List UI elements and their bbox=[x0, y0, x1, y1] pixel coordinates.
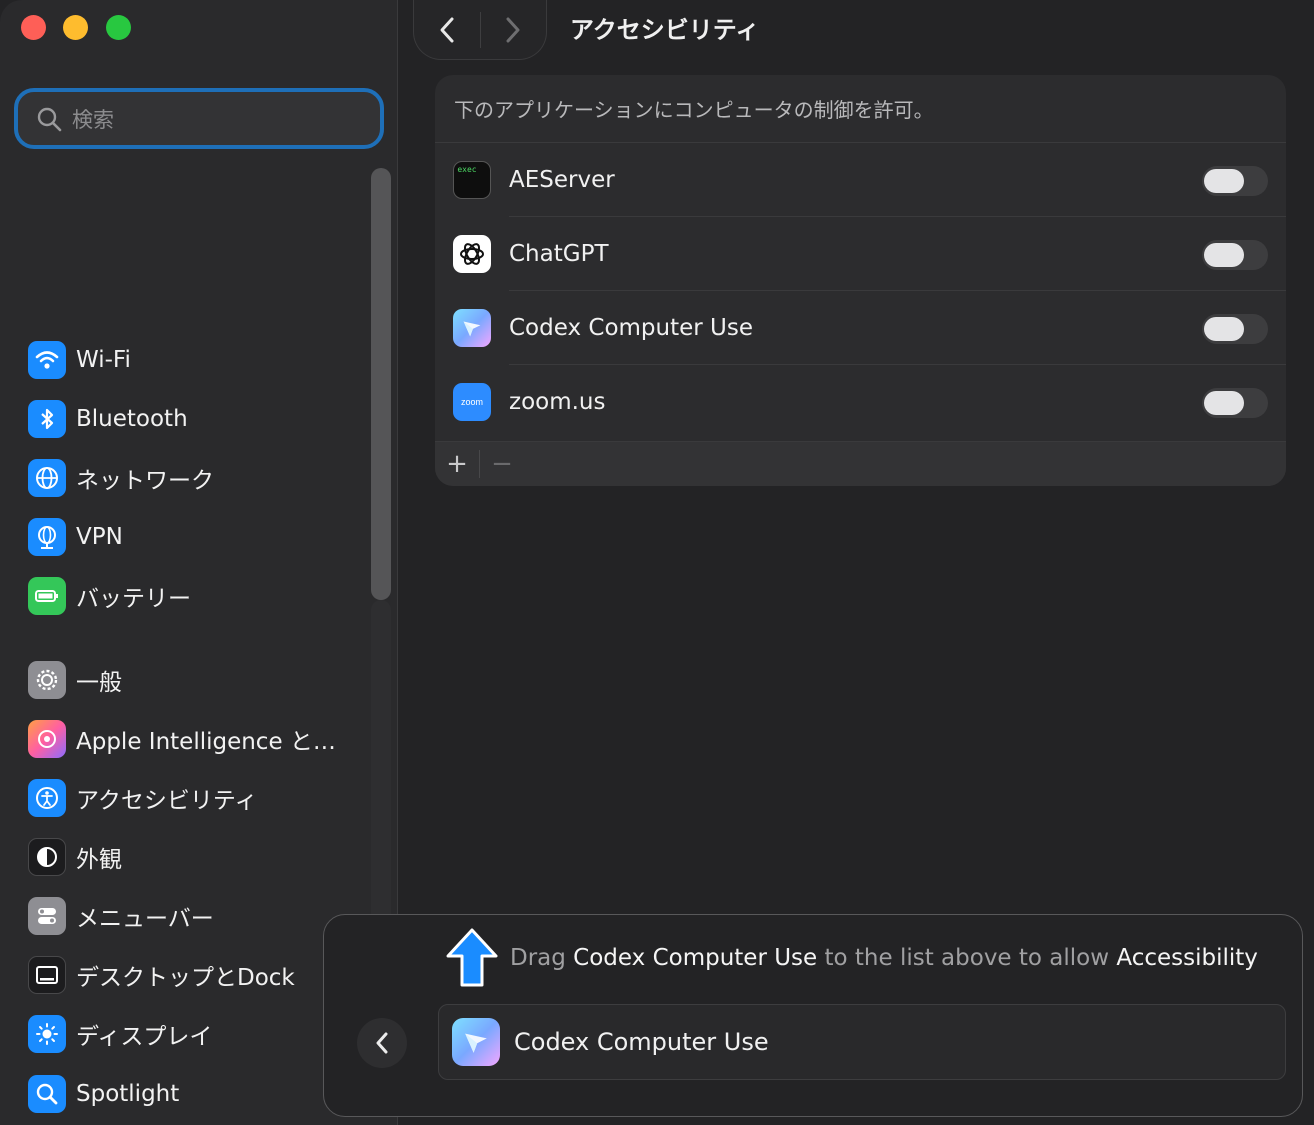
chevron-left-icon bbox=[376, 1032, 388, 1054]
accessibility-icon bbox=[28, 779, 66, 817]
sidebar-item-label: Spotlight bbox=[76, 1081, 180, 1107]
sidebar-item-desktop-dock[interactable]: デスクトップとDock bbox=[28, 955, 295, 995]
minimize-window-button[interactable] bbox=[63, 15, 88, 40]
hint-prefix: Drag bbox=[510, 945, 574, 971]
app-name: AEServer bbox=[509, 167, 615, 193]
search-icon bbox=[37, 107, 62, 131]
app-name: Codex Computer Use bbox=[509, 315, 754, 341]
sidebar-item-label: Apple Intelligence と… bbox=[76, 729, 336, 755]
sidebar-item-bluetooth[interactable]: Bluetooth bbox=[28, 399, 188, 439]
sidebar-item-wifi[interactable]: Wi-Fi bbox=[28, 340, 131, 380]
chevron-right-icon bbox=[506, 17, 520, 42]
sidebar-item-label: バッテリー bbox=[76, 586, 191, 612]
back-button[interactable] bbox=[414, 0, 480, 60]
codex-icon bbox=[452, 1018, 500, 1066]
page-title: アクセシビリティ bbox=[570, 16, 760, 44]
apple-intelligence-icon bbox=[28, 720, 66, 758]
drag-hint-overlay: Drag Codex Computer Use to the list abov… bbox=[323, 914, 1303, 1117]
sidebar-item-appearance[interactable]: 外観 bbox=[28, 837, 122, 877]
bluetooth-icon bbox=[28, 400, 66, 438]
sidebar-item-label: アクセシビリティ bbox=[76, 788, 258, 814]
sidebar-item-accessibility[interactable]: アクセシビリティ bbox=[28, 778, 257, 818]
dock-icon bbox=[28, 956, 66, 994]
list-footer: + − bbox=[435, 441, 1286, 486]
sidebar-item-menubar[interactable]: メニューバー bbox=[28, 896, 214, 936]
list-item-zoom: zoom zoom.us bbox=[435, 365, 1286, 439]
sidebar-item-label: ディスプレイ bbox=[76, 1024, 213, 1050]
navigation-buttons bbox=[413, 0, 547, 60]
globe-icon bbox=[28, 459, 66, 497]
search-placeholder: 検索 bbox=[72, 107, 114, 132]
sidebar-item-general[interactable]: 一般 bbox=[28, 660, 122, 700]
app-name: ChatGPT bbox=[509, 241, 609, 267]
sidebar-item-vpn[interactable]: VPN bbox=[28, 517, 123, 557]
drag-hint: Drag Codex Computer Use to the list abov… bbox=[444, 927, 1258, 989]
drag-hint-text: Drag Codex Computer Use to the list abov… bbox=[510, 945, 1258, 971]
spotlight-search-icon bbox=[28, 1075, 66, 1113]
sidebar-item-label: メニューバー bbox=[76, 906, 214, 932]
sidebar-item-display[interactable]: ディスプレイ bbox=[28, 1014, 212, 1054]
sidebar-item-label: デスクトップとDock bbox=[76, 965, 295, 991]
codex-toggle[interactable] bbox=[1202, 314, 1268, 344]
vpn-globe-icon bbox=[28, 518, 66, 556]
app-name: zoom.us bbox=[509, 389, 606, 415]
add-app-button[interactable]: + bbox=[435, 442, 479, 487]
hint-app-name: Codex Computer Use bbox=[573, 945, 818, 971]
sidebar-item-spotlight[interactable]: Spotlight bbox=[28, 1074, 179, 1114]
sidebar-item-label: ネットワーク bbox=[76, 468, 214, 494]
list-item-codex: Codex Computer Use bbox=[435, 291, 1286, 365]
sidebar-item-label: 一般 bbox=[76, 670, 122, 696]
sidebar-item-battery[interactable]: バッテリー bbox=[28, 576, 191, 616]
app-permission-list: 下のアプリケーションにコンピュータの制御を許可。 exec AEServer C… bbox=[435, 75, 1286, 486]
close-window-button[interactable] bbox=[21, 15, 46, 40]
exec-icon-text: exec bbox=[457, 164, 477, 174]
wifi-icon bbox=[28, 341, 66, 379]
zoom-icon: zoom bbox=[453, 383, 491, 421]
exec-terminal-icon: exec bbox=[453, 161, 491, 199]
chevron-left-icon bbox=[440, 17, 454, 42]
sidebar-item-network[interactable]: ネットワーク bbox=[28, 458, 214, 498]
list-item-aeserver: exec AEServer bbox=[435, 143, 1286, 217]
list-item-chatgpt: ChatGPT bbox=[435, 217, 1286, 291]
forward-button[interactable] bbox=[481, 0, 547, 60]
up-arrow-icon bbox=[446, 928, 498, 987]
sidebar-item-label: VPN bbox=[76, 524, 123, 550]
codex-icon bbox=[453, 309, 491, 347]
hint-target: Accessibility bbox=[1116, 945, 1258, 971]
sidebar-item-label: 外観 bbox=[76, 847, 122, 873]
list-description: 下のアプリケーションにコンピュータの制御を許可。 bbox=[435, 75, 1286, 143]
battery-icon bbox=[28, 577, 66, 615]
sidebar-scrollbar[interactable] bbox=[371, 168, 391, 600]
sidebar-item-label: Wi-Fi bbox=[76, 347, 131, 373]
hint-middle: to the list above to allow bbox=[817, 945, 1117, 971]
aeserver-toggle[interactable] bbox=[1202, 166, 1268, 196]
drag-item-label: Codex Computer Use bbox=[514, 1028, 769, 1056]
draggable-app-item[interactable]: Codex Computer Use bbox=[438, 1004, 1286, 1080]
sidebar-scroll-track bbox=[371, 600, 391, 930]
zoom-window-button[interactable] bbox=[106, 15, 131, 40]
menubar-icon bbox=[28, 897, 66, 935]
sidebar-item-label: Bluetooth bbox=[76, 406, 188, 432]
zoom-icon-text: zoom bbox=[460, 397, 483, 407]
display-brightness-icon bbox=[28, 1015, 66, 1053]
remove-app-button[interactable]: − bbox=[480, 442, 524, 487]
zoom-toggle[interactable] bbox=[1202, 388, 1268, 418]
gear-icon bbox=[28, 661, 66, 699]
overlay-back-button[interactable] bbox=[357, 1018, 407, 1068]
chatgpt-icon bbox=[453, 235, 491, 273]
appearance-icon bbox=[28, 838, 66, 876]
chatgpt-toggle[interactable] bbox=[1202, 240, 1268, 270]
search-field[interactable]: 検索 bbox=[14, 88, 384, 149]
sidebar-item-apple-intelligence[interactable]: Apple Intelligence と… bbox=[28, 719, 336, 759]
